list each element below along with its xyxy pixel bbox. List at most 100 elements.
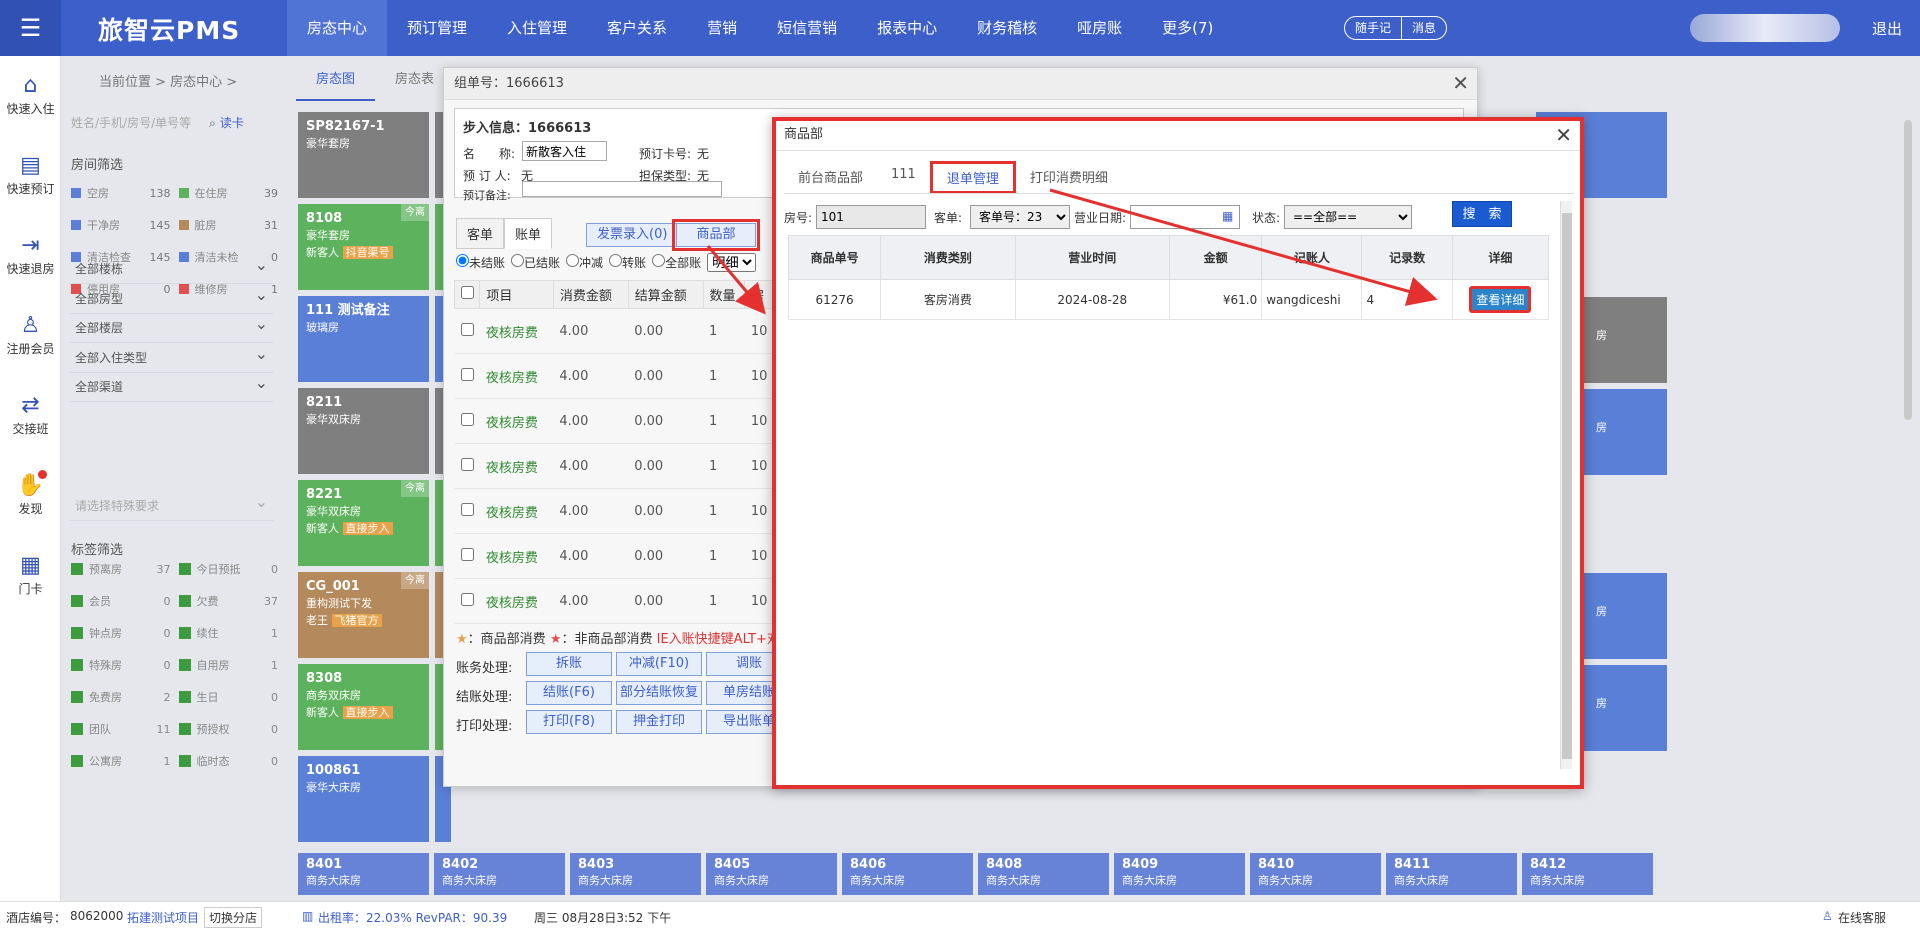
filter-select[interactable]: 全部房型	[69, 280, 274, 314]
action-button[interactable]: 拆账	[526, 652, 612, 676]
nav-item[interactable]: 营销	[687, 0, 757, 56]
nav-item[interactable]: 预订管理	[387, 0, 487, 56]
nav-item[interactable]: 哑房账	[1057, 0, 1142, 56]
table-row[interactable]: 61276 客房消费 2024-08-28 ¥61.0 wangdiceshi 4 查看详细	[787, 279, 1550, 320]
tab-111[interactable]: 111	[877, 161, 930, 194]
guest-name-input[interactable]	[522, 141, 607, 161]
search-button[interactable]: 搜 索	[1452, 201, 1512, 227]
bill-filter-radio[interactable]: 全部账	[652, 254, 701, 271]
tab-front-goods[interactable]: 前台商品部	[784, 161, 877, 194]
filter-select[interactable]: 全部入住类型	[69, 339, 274, 373]
tag-filter[interactable]: 免费房 2	[71, 689, 179, 705]
register-member-button[interactable]: ♙ 注册会员	[0, 312, 61, 357]
room-tile[interactable]: 8411 商务大床房	[1386, 853, 1517, 895]
filter-select[interactable]: 全部楼层	[69, 309, 274, 343]
select-all-checkbox[interactable]	[461, 286, 474, 299]
room-tile[interactable]: 8308 商务双床房 新客人 直接步入	[298, 664, 429, 750]
customer-service-icon[interactable]: ♙	[1822, 909, 1833, 923]
close-icon[interactable]: ✕	[1452, 71, 1469, 95]
room-tile[interactable]: 8402 商务大床房	[434, 853, 565, 895]
room-status-filter[interactable]: 干净房 145	[71, 217, 179, 233]
nav-item[interactable]: 短信营销	[757, 0, 857, 56]
special-request-select[interactable]: 请选择特殊要求	[69, 487, 274, 521]
tag-filter[interactable]: 预授权 0	[178, 721, 287, 737]
modal-scrollbar[interactable]	[1560, 201, 1572, 769]
room-tile[interactable]: 8405 商务大床房	[706, 853, 837, 895]
view-detail-button[interactable]: 查看详细	[1469, 286, 1532, 313]
table-row[interactable]: 夜核房费 4.00 0.00 1 10	[454, 353, 774, 399]
switch-branch-button[interactable]: 切换分店	[204, 907, 263, 928]
bill-filter-radio[interactable]: 已结账	[511, 254, 560, 271]
row-checkbox[interactable]	[460, 367, 474, 381]
row-checkbox[interactable]	[460, 592, 474, 606]
invoice-entry-button[interactable]: 发票录入(0)	[586, 223, 679, 247]
menu-icon[interactable]: ☰	[0, 0, 61, 56]
bill-filter-radio[interactable]: 转账	[609, 254, 646, 271]
tag-filter[interactable]: 续住 1	[178, 625, 287, 641]
row-checkbox[interactable]	[460, 547, 474, 561]
room-tile[interactable]: 8409 商务大床房	[1114, 853, 1245, 895]
page-scrollbar[interactable]	[1900, 112, 1916, 892]
room-status-filter[interactable]: 脏房 31	[178, 217, 287, 233]
tab-bill[interactable]: 账单	[504, 218, 553, 249]
quick-checkin-button[interactable]: ⌂ 快速入住	[0, 72, 61, 117]
room-tile[interactable]: SP82167-1 豪华套房	[298, 112, 429, 198]
filter-select[interactable]: 全部楼栋	[69, 250, 274, 284]
tag-filter[interactable]: 临时态 0	[178, 753, 287, 769]
room-tile[interactable]: 8211 豪华双床房	[298, 388, 429, 474]
shift-handover-button[interactable]: ⇄ 交接班	[0, 392, 61, 437]
nav-item[interactable]: 房态中心	[287, 0, 388, 56]
row-checkbox[interactable]	[460, 502, 474, 516]
room-status-filter[interactable]: 空房 138	[71, 185, 179, 201]
table-row[interactable]: 夜核房费 4.00 0.00 1 10	[454, 398, 774, 444]
search-icon[interactable]: ⌕	[209, 116, 216, 130]
room-tile[interactable]: 8221 豪华双床房 新客人 直接步入 今离	[298, 480, 429, 566]
bill-filter-radio[interactable]: 冲减	[566, 254, 603, 271]
table-row[interactable]: 夜核房费 4.00 0.00 1 10	[454, 488, 774, 534]
status-select[interactable]: ==全部==	[1284, 205, 1412, 229]
room-tile[interactable]: 8412 商务大床房	[1522, 853, 1653, 895]
tag-filter[interactable]: 钟点房 0	[71, 625, 179, 641]
room-number-input[interactable]	[816, 205, 926, 229]
table-row[interactable]: 夜核房费 4.00 0.00 1 10	[454, 578, 774, 624]
messages-button[interactable]: 消息	[1401, 17, 1446, 39]
tag-filter[interactable]: 特殊房 0	[71, 657, 179, 673]
online-service-link[interactable]: 在线客服	[1838, 909, 1886, 926]
nav-item[interactable]: 报表中心	[857, 0, 957, 56]
nav-item[interactable]: 入住管理	[487, 0, 587, 56]
read-card-button[interactable]: 读卡	[220, 116, 244, 130]
calendar-icon[interactable]: ▦	[1222, 209, 1233, 223]
tag-filter[interactable]: 欠费 37	[178, 593, 287, 609]
notes-button[interactable]: 随手记	[1345, 17, 1401, 39]
action-button[interactable]: 冲减(F10)	[616, 652, 702, 676]
room-tile[interactable]: 8406 商务大床房	[842, 853, 973, 895]
tab-print-details[interactable]: 打印消费明细	[1016, 161, 1122, 194]
tag-filter[interactable]: 自用房 1	[178, 657, 287, 673]
row-checkbox[interactable]	[460, 457, 474, 471]
bill-filter-radio[interactable]: 未结账	[456, 254, 505, 271]
tag-filter[interactable]: 生日 0	[178, 689, 287, 705]
detail-select[interactable]: 明细	[707, 253, 757, 272]
tag-filter[interactable]: 会员 0	[71, 593, 179, 609]
action-button[interactable]: 押金打印	[616, 710, 702, 734]
room-tile[interactable]: 8403 商务大床房	[570, 853, 701, 895]
action-button[interactable]: 打印(F8)	[526, 710, 612, 734]
close-icon[interactable]: ✕	[1555, 123, 1572, 147]
action-button[interactable]: 结账(F6)	[526, 681, 612, 705]
nav-item[interactable]: 客户关系	[587, 0, 687, 56]
room-tile[interactable]: 8410 商务大床房	[1250, 853, 1381, 895]
room-tile[interactable]: 111 测试备注 玻璃房	[298, 296, 429, 382]
door-card-button[interactable]: ▦ 门卡	[0, 552, 61, 597]
room-tile[interactable]: 8408 商务大床房	[978, 853, 1109, 895]
table-row[interactable]: 夜核房费 4.00 0.00 1 10	[454, 308, 774, 354]
room-tile[interactable]: 8401 商务大床房	[298, 853, 429, 895]
project-link[interactable]: 拓建测试项目	[127, 909, 199, 926]
row-checkbox[interactable]	[460, 412, 474, 426]
tab-refund-management[interactable]: 退单管理	[929, 161, 1016, 194]
nav-item[interactable]: 财务稽核	[957, 0, 1057, 56]
action-button[interactable]: 部分结账恢复	[616, 681, 702, 705]
quick-checkout-button[interactable]: ⇥ 快速退房	[0, 232, 61, 277]
tag-filter[interactable]: 团队 11	[71, 721, 179, 737]
tag-filter[interactable]: 公寓房 1	[71, 753, 179, 769]
room-tile[interactable]: CG_001 重构测试下发 老王 飞猪官方 今离	[298, 572, 429, 658]
